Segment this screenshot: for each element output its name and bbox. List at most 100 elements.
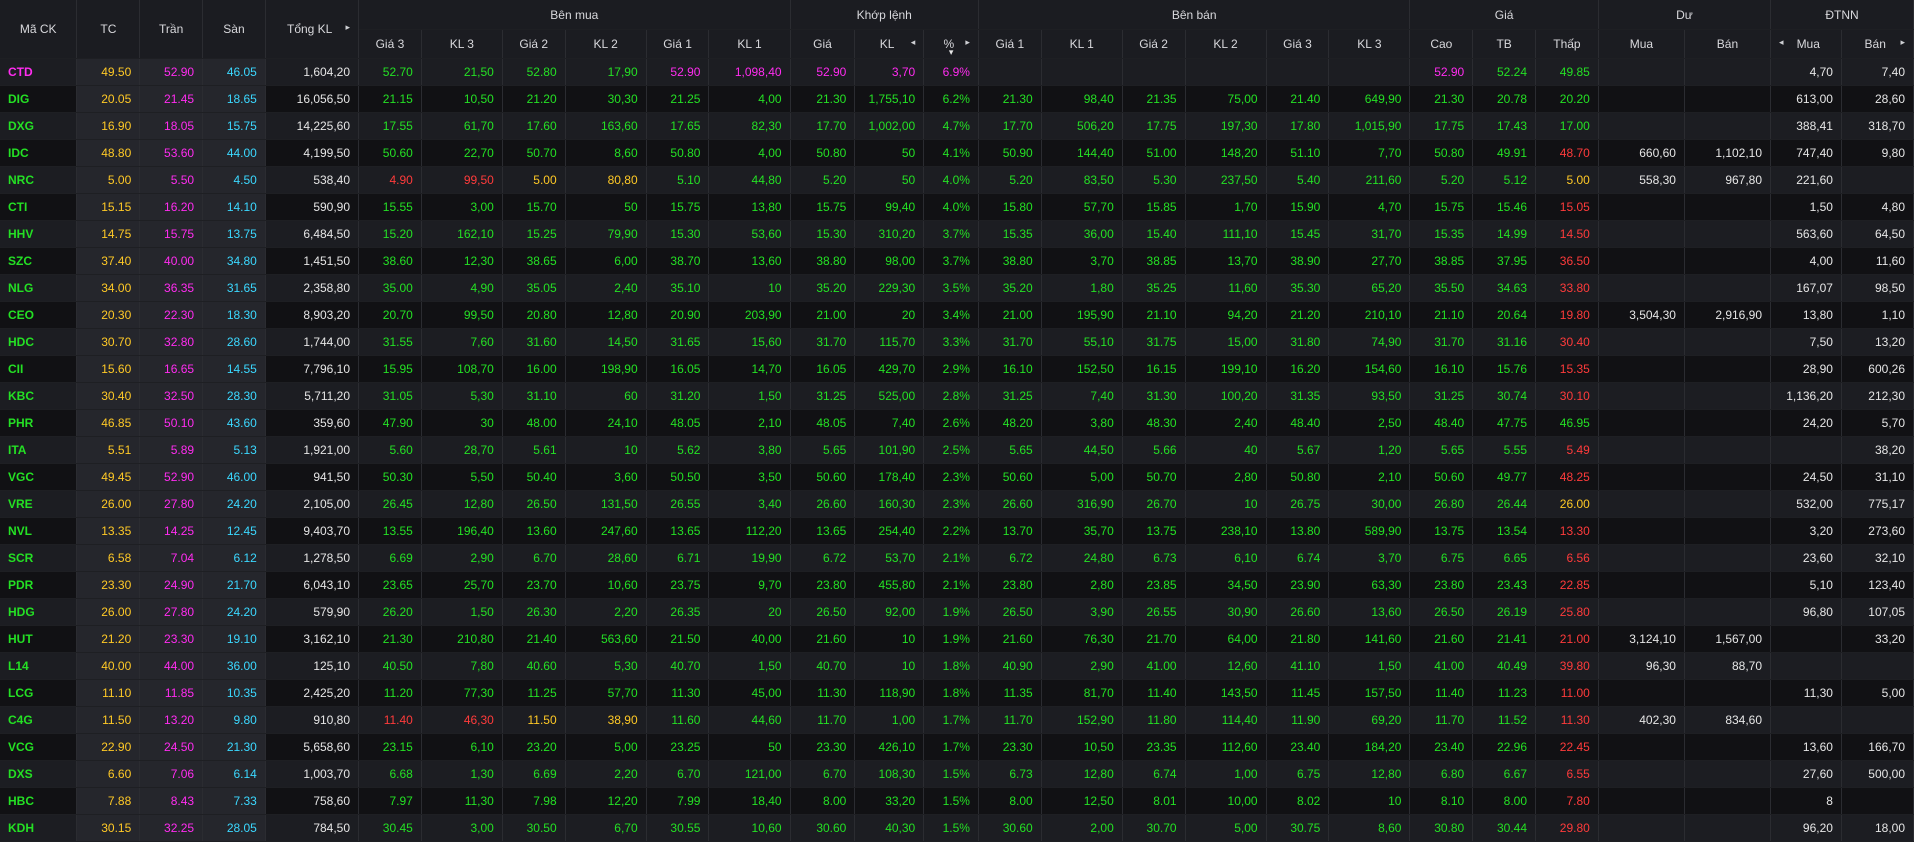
header-match-volume[interactable]: KL ◂ bbox=[854, 29, 925, 59]
cell-symbol[interactable]: DXS bbox=[0, 760, 78, 788]
header-sell-price3[interactable]: Giá 3 bbox=[1266, 29, 1330, 59]
header-foreign-buy[interactable]: ◂ Mua bbox=[1770, 29, 1842, 59]
header-avg[interactable]: TB bbox=[1472, 29, 1537, 59]
header-buy-price3[interactable]: Giá 3 bbox=[358, 29, 422, 59]
cell-symbol[interactable]: ITA bbox=[0, 436, 78, 464]
cell-sell-price1: 30.60 bbox=[978, 814, 1042, 842]
cell-symbol[interactable]: CII bbox=[0, 355, 78, 383]
cell-symbol[interactable]: NLG bbox=[0, 274, 78, 302]
cell-symbol[interactable]: HHV bbox=[0, 220, 78, 248]
cell-buy-price3: 38.60 bbox=[358, 247, 422, 275]
header-floor[interactable]: Sàn bbox=[202, 0, 266, 59]
cell-symbol[interactable]: IDC bbox=[0, 139, 78, 167]
table-row[interactable]: PDR 23.30 24.90 21.70 6,043,10 23.65 25,70 23.7… bbox=[0, 571, 1914, 599]
table-row[interactable]: PHR 46.85 50.10 43.60 359,60 47.90 30 48.00 24,1… bbox=[0, 409, 1914, 437]
header-foreign-sell[interactable]: Bán ▸ bbox=[1841, 29, 1914, 59]
table-row[interactable]: HUT 21.20 23.30 19.10 3,162,10 21.30 210,80 21.… bbox=[0, 625, 1914, 653]
cell-symbol[interactable]: NVL bbox=[0, 517, 78, 545]
table-row[interactable]: IDC 48.80 53.60 44.00 4,199,50 50.60 22,70 50.7… bbox=[0, 139, 1914, 167]
table-row[interactable]: DXS 6.60 7.06 6.14 1,003,70 6.68 1,30 6.69 2,20 6… bbox=[0, 760, 1914, 788]
table-row[interactable]: C4G 11.50 13.20 9.80 910,80 11.40 46,30 11.50 38… bbox=[0, 706, 1914, 734]
cell-symbol[interactable]: SZC bbox=[0, 247, 78, 275]
cell-symbol[interactable]: HUT bbox=[0, 625, 78, 653]
cell-symbol[interactable]: HDC bbox=[0, 328, 78, 356]
table-row[interactable]: NRC 5.00 5.50 4.50 538,40 4.90 99,50 5.00 80,80 5… bbox=[0, 166, 1914, 194]
caret-right-icon[interactable]: ▸ bbox=[1900, 37, 1905, 48]
header-match-price[interactable]: Giá bbox=[790, 29, 856, 59]
table-row[interactable]: VRE 26.00 27.80 24.20 2,105,00 26.45 12,80 26.5… bbox=[0, 490, 1914, 518]
table-row[interactable]: CTD 49.50 52.90 46.05 1,604,20 52.70 21,50 52.8… bbox=[0, 58, 1914, 86]
header-ceil[interactable]: Trần bbox=[139, 0, 204, 59]
table-row[interactable]: HBC 7.88 8.43 7.33 758,60 7.97 11,30 7.98 12,20 7… bbox=[0, 787, 1914, 815]
table-row[interactable]: NLG 34.00 36.35 31.65 2,358,80 35.00 4,90 35.05… bbox=[0, 274, 1914, 302]
table-row[interactable]: KBC 30.40 32.50 28.30 5,711,20 31.05 5,30 31.10… bbox=[0, 382, 1914, 410]
cell-symbol[interactable]: SCR bbox=[0, 544, 78, 572]
cell-symbol[interactable]: NRC bbox=[0, 166, 78, 194]
table-row[interactable]: CTI 15.15 16.20 14.10 590,90 15.55 3,00 15.70 50… bbox=[0, 193, 1914, 221]
cell-symbol[interactable]: PHR bbox=[0, 409, 78, 437]
table-row[interactable]: LCG 11.10 11.85 10.35 2,425,20 11.20 77,30 11.2… bbox=[0, 679, 1914, 707]
table-row[interactable]: HDC 30.70 32.80 28.60 1,744,00 31.55 7,60 31.60… bbox=[0, 328, 1914, 356]
cell-buy-price2: 7.98 bbox=[502, 787, 566, 815]
header-sell-vol2[interactable]: KL 2 bbox=[1185, 29, 1267, 59]
header-buy-price1[interactable]: Giá 1 bbox=[646, 29, 710, 59]
header-buy-price2[interactable]: Giá 2 bbox=[502, 29, 566, 59]
cell-sell-vol3: 31,70 bbox=[1328, 220, 1411, 248]
table-row[interactable]: ITA 5.51 5.89 5.13 1,921,00 5.60 28,70 5.61 10 5.… bbox=[0, 436, 1914, 464]
cell-symbol[interactable]: VRE bbox=[0, 490, 78, 518]
cell-symbol[interactable]: KDH bbox=[0, 814, 78, 842]
cell-symbol[interactable]: HBC bbox=[0, 787, 78, 815]
cell-avg-price: 11.52 bbox=[1472, 706, 1537, 734]
table-row[interactable]: VGC 49.45 52.90 46.00 941,50 50.30 5,50 50.40 3,… bbox=[0, 463, 1914, 491]
header-remaining-sell[interactable]: Bán bbox=[1684, 29, 1772, 59]
header-ref[interactable]: TC bbox=[76, 0, 141, 59]
table-row[interactable]: HHV 14.75 15.75 13.75 6,484,50 15.20 162,10 15.… bbox=[0, 220, 1914, 248]
cell-symbol[interactable]: C4G bbox=[0, 706, 78, 734]
header-remaining-buy[interactable]: Mua bbox=[1598, 29, 1685, 59]
header-buy-vol2[interactable]: KL 2 bbox=[565, 29, 647, 59]
header-buy-vol3[interactable]: KL 3 bbox=[421, 29, 503, 59]
caret-right-icon[interactable]: ▸ bbox=[965, 37, 970, 48]
table-row[interactable]: SCR 6.58 7.04 6.12 1,278,50 6.69 2,90 6.70 28,60… bbox=[0, 544, 1914, 572]
cell-low-price: 6.56 bbox=[1535, 544, 1599, 572]
cell-symbol[interactable]: VCG bbox=[0, 733, 78, 761]
header-sell-price2[interactable]: Giá 2 bbox=[1122, 29, 1186, 59]
table-row[interactable]: DIG 20.05 21.45 18.65 16,056,50 21.15 10,50 21.… bbox=[0, 85, 1914, 113]
caret-right-icon[interactable]: ▸ bbox=[346, 22, 351, 33]
cell-buy-price1: 40.70 bbox=[646, 652, 710, 680]
header-sell-vol3[interactable]: KL 3 bbox=[1328, 29, 1411, 59]
cell-symbol[interactable]: LCG bbox=[0, 679, 78, 707]
table-row[interactable]: HDG 26.00 27.80 24.20 579,90 26.20 1,50 26.30 2,… bbox=[0, 598, 1914, 626]
table-row[interactable]: VCG 22.90 24.50 21.30 5,658,60 23.15 6,10 23.20… bbox=[0, 733, 1914, 761]
header-total-volume[interactable]: Tổng KL ▸ bbox=[265, 0, 360, 59]
cell-avg-price: 6.67 bbox=[1472, 760, 1537, 788]
table-row[interactable]: DXG 16.90 18.05 15.75 14,225,60 17.55 61,70 17.… bbox=[0, 112, 1914, 140]
header-buy-vol1[interactable]: KL 1 bbox=[708, 29, 791, 59]
caret-left-icon[interactable]: ◂ bbox=[1779, 37, 1784, 48]
header-symbol[interactable]: Mã CK bbox=[0, 0, 78, 59]
table-row[interactable]: SZC 37.40 40.00 34.80 1,451,50 38.60 12,30 38.6… bbox=[0, 247, 1914, 275]
cell-symbol[interactable]: PDR bbox=[0, 571, 78, 599]
cell-symbol[interactable]: DIG bbox=[0, 85, 78, 113]
cell-symbol[interactable]: CTI bbox=[0, 193, 78, 221]
table-row[interactable]: KDH 30.15 32.25 28.05 784,50 30.45 3,00 30.50 6,… bbox=[0, 814, 1914, 842]
header-low[interactable]: Thấp bbox=[1535, 29, 1599, 59]
cell-symbol[interactable]: CTD bbox=[0, 58, 78, 86]
cell-sell-price3: 31.35 bbox=[1266, 382, 1330, 410]
cell-sell-vol2: 199,10 bbox=[1185, 355, 1267, 383]
header-sell-price1[interactable]: Giá 1 bbox=[978, 29, 1042, 59]
cell-symbol[interactable]: DXG bbox=[0, 112, 78, 140]
header-match-percent[interactable]: % ▸ ▾ bbox=[923, 29, 979, 59]
cell-symbol[interactable]: VGC bbox=[0, 463, 78, 491]
table-row[interactable]: CEO 20.30 22.30 18.30 8,903,20 20.70 99,50 20.8… bbox=[0, 301, 1914, 329]
cell-symbol[interactable]: L14 bbox=[0, 652, 78, 680]
header-sell-vol1[interactable]: KL 1 bbox=[1041, 29, 1123, 59]
table-row[interactable]: NVL 13.35 14.25 12.45 9,403,70 13.55 196,40 13.… bbox=[0, 517, 1914, 545]
table-row[interactable]: CII 15.60 16.65 14.55 7,796,10 15.95 108,70 16.… bbox=[0, 355, 1914, 383]
cell-symbol[interactable]: HDG bbox=[0, 598, 78, 626]
header-high[interactable]: Cao bbox=[1409, 29, 1474, 59]
cell-symbol[interactable]: KBC bbox=[0, 382, 78, 410]
cell-symbol[interactable]: CEO bbox=[0, 301, 78, 329]
table-row[interactable]: L14 40.00 44.00 36.00 125,10 40.50 7,80 40.60 5,… bbox=[0, 652, 1914, 680]
caret-left-icon[interactable]: ◂ bbox=[911, 37, 916, 48]
